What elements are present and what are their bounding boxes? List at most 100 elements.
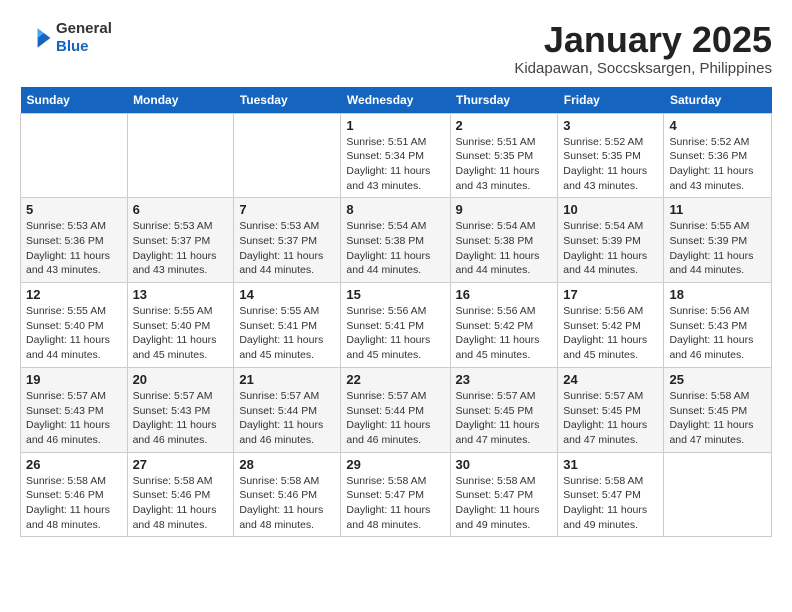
calendar-cell: 26 Sunrise: 5:58 AM Sunset: 5:46 PM Dayli… bbox=[21, 452, 128, 537]
day-info: Sunrise: 5:54 AM Sunset: 5:38 PM Dayligh… bbox=[346, 219, 444, 278]
calendar-cell: 11Sunrise: 5:55 AM Sunset: 5:39 PM Dayli… bbox=[664, 198, 772, 283]
weekday-header-tuesday: Tuesday bbox=[234, 87, 341, 114]
day-number: 2 bbox=[456, 118, 553, 133]
calendar-week-row: 5Sunrise: 5:53 AM Sunset: 5:36 PM Daylig… bbox=[21, 198, 772, 283]
calendar-cell: 27Sunrise: 5:58 AM Sunset: 5:46 PM Dayli… bbox=[127, 452, 234, 537]
day-info: Sunrise: 5:54 AM Sunset: 5:38 PM Dayligh… bbox=[456, 219, 553, 278]
day-info: Sunrise: 5:57 AM Sunset: 5:45 PM Dayligh… bbox=[563, 389, 658, 448]
day-info: Sunrise: 5:56 AM Sunset: 5:43 PM Dayligh… bbox=[669, 304, 766, 363]
day-number: 16 bbox=[456, 287, 553, 302]
calendar-cell: 24 Sunrise: 5:57 AM Sunset: 5:45 PM Dayli… bbox=[558, 367, 664, 452]
calendar-cell bbox=[21, 113, 128, 198]
weekday-header-sunday: Sunday bbox=[21, 87, 128, 114]
calendar-cell: 4 Sunrise: 5:52 AM Sunset: 5:36 PM Daylig… bbox=[664, 113, 772, 198]
day-info: Sunrise: 5:55 AM Sunset: 5:40 PM Dayligh… bbox=[26, 304, 122, 363]
day-number: 1 bbox=[346, 118, 444, 133]
calendar-week-row: 26 Sunrise: 5:58 AM Sunset: 5:46 PM Dayli… bbox=[21, 452, 772, 537]
day-number: 28 bbox=[239, 457, 335, 472]
calendar-cell: 8 Sunrise: 5:54 AM Sunset: 5:38 PM Daylig… bbox=[341, 198, 450, 283]
location-title: Kidapawan, Soccsksargen, Philippines bbox=[514, 60, 772, 77]
day-info: Sunrise: 5:52 AM Sunset: 5:35 PM Dayligh… bbox=[563, 135, 658, 194]
weekday-header-row: SundayMondayTuesdayWednesdayThursdayFrid… bbox=[21, 87, 772, 114]
calendar-cell: 6Sunrise: 5:53 AM Sunset: 5:37 PM Daylig… bbox=[127, 198, 234, 283]
day-info: Sunrise: 5:53 AM Sunset: 5:37 PM Dayligh… bbox=[239, 219, 335, 278]
day-info: Sunrise: 5:53 AM Sunset: 5:36 PM Dayligh… bbox=[26, 219, 122, 278]
calendar-cell: 15 Sunrise: 5:56 AM Sunset: 5:41 PM Dayli… bbox=[341, 283, 450, 368]
day-number: 30 bbox=[456, 457, 553, 472]
calendar-cell: 7 Sunrise: 5:53 AM Sunset: 5:37 PM Daylig… bbox=[234, 198, 341, 283]
day-number: 24 bbox=[563, 372, 658, 387]
calendar-cell: 3 Sunrise: 5:52 AM Sunset: 5:35 PM Daylig… bbox=[558, 113, 664, 198]
calendar-cell: 30Sunrise: 5:58 AM Sunset: 5:47 PM Dayli… bbox=[450, 452, 558, 537]
calendar-table: SundayMondayTuesdayWednesdayThursdayFrid… bbox=[20, 87, 772, 538]
page-header: General Blue January 2025 Kidapawan, Soc… bbox=[20, 20, 772, 77]
day-number: 29 bbox=[346, 457, 444, 472]
day-info: Sunrise: 5:57 AM Sunset: 5:44 PM Dayligh… bbox=[239, 389, 335, 448]
day-info: Sunrise: 5:55 AM Sunset: 5:40 PM Dayligh… bbox=[133, 304, 229, 363]
calendar-cell: 23 Sunrise: 5:57 AM Sunset: 5:45 PM Dayli… bbox=[450, 367, 558, 452]
title-block: January 2025 Kidapawan, Soccsksargen, Ph… bbox=[514, 20, 772, 77]
calendar-cell: 9 Sunrise: 5:54 AM Sunset: 5:38 PM Daylig… bbox=[450, 198, 558, 283]
day-number: 21 bbox=[239, 372, 335, 387]
calendar-cell: 28 Sunrise: 5:58 AM Sunset: 5:46 PM Dayli… bbox=[234, 452, 341, 537]
logo-blue-text: Blue bbox=[56, 38, 112, 56]
calendar-week-row: 19 Sunrise: 5:57 AM Sunset: 5:43 PM Dayli… bbox=[21, 367, 772, 452]
day-info: Sunrise: 5:56 AM Sunset: 5:42 PM Dayligh… bbox=[563, 304, 658, 363]
calendar-cell: 12 Sunrise: 5:55 AM Sunset: 5:40 PM Dayli… bbox=[21, 283, 128, 368]
day-number: 10 bbox=[563, 202, 658, 217]
day-info: Sunrise: 5:56 AM Sunset: 5:41 PM Dayligh… bbox=[346, 304, 444, 363]
calendar-cell: 29 Sunrise: 5:58 AM Sunset: 5:47 PM Dayli… bbox=[341, 452, 450, 537]
calendar-cell: 25 Sunrise: 5:58 AM Sunset: 5:45 PM Dayli… bbox=[664, 367, 772, 452]
day-info: Sunrise: 5:57 AM Sunset: 5:44 PM Dayligh… bbox=[346, 389, 444, 448]
day-number: 11 bbox=[669, 202, 766, 217]
logo-icon bbox=[20, 22, 52, 54]
day-number: 4 bbox=[669, 118, 766, 133]
day-number: 3 bbox=[563, 118, 658, 133]
day-info: Sunrise: 5:58 AM Sunset: 5:46 PM Dayligh… bbox=[26, 474, 122, 533]
weekday-header-saturday: Saturday bbox=[664, 87, 772, 114]
calendar-cell: 16 Sunrise: 5:56 AM Sunset: 5:42 PM Dayli… bbox=[450, 283, 558, 368]
calendar-cell: 31Sunrise: 5:58 AM Sunset: 5:47 PM Dayli… bbox=[558, 452, 664, 537]
day-info: Sunrise: 5:58 AM Sunset: 5:47 PM Dayligh… bbox=[346, 474, 444, 533]
day-number: 15 bbox=[346, 287, 444, 302]
day-info: Sunrise: 5:55 AM Sunset: 5:41 PM Dayligh… bbox=[239, 304, 335, 363]
day-info: Sunrise: 5:57 AM Sunset: 5:45 PM Dayligh… bbox=[456, 389, 553, 448]
day-number: 8 bbox=[346, 202, 444, 217]
logo-general-text: General bbox=[56, 20, 112, 38]
day-number: 18 bbox=[669, 287, 766, 302]
calendar-cell: 17 Sunrise: 5:56 AM Sunset: 5:42 PM Dayli… bbox=[558, 283, 664, 368]
day-number: 27 bbox=[133, 457, 229, 472]
calendar-cell: 13 Sunrise: 5:55 AM Sunset: 5:40 PM Dayli… bbox=[127, 283, 234, 368]
day-info: Sunrise: 5:52 AM Sunset: 5:36 PM Dayligh… bbox=[669, 135, 766, 194]
calendar-cell: 10Sunrise: 5:54 AM Sunset: 5:39 PM Dayli… bbox=[558, 198, 664, 283]
day-number: 26 bbox=[26, 457, 122, 472]
day-number: 6 bbox=[133, 202, 229, 217]
day-number: 19 bbox=[26, 372, 122, 387]
calendar-cell bbox=[234, 113, 341, 198]
day-info: Sunrise: 5:58 AM Sunset: 5:45 PM Dayligh… bbox=[669, 389, 766, 448]
day-info: Sunrise: 5:58 AM Sunset: 5:46 PM Dayligh… bbox=[239, 474, 335, 533]
day-number: 17 bbox=[563, 287, 658, 302]
day-number: 7 bbox=[239, 202, 335, 217]
weekday-header-wednesday: Wednesday bbox=[341, 87, 450, 114]
weekday-header-monday: Monday bbox=[127, 87, 234, 114]
day-info: Sunrise: 5:57 AM Sunset: 5:43 PM Dayligh… bbox=[133, 389, 229, 448]
day-number: 23 bbox=[456, 372, 553, 387]
weekday-header-friday: Friday bbox=[558, 87, 664, 114]
day-number: 31 bbox=[563, 457, 658, 472]
calendar-cell: 5Sunrise: 5:53 AM Sunset: 5:36 PM Daylig… bbox=[21, 198, 128, 283]
calendar-week-row: 1Sunrise: 5:51 AM Sunset: 5:34 PM Daylig… bbox=[21, 113, 772, 198]
day-number: 20 bbox=[133, 372, 229, 387]
month-title: January 2025 bbox=[514, 20, 772, 60]
calendar-cell: 1Sunrise: 5:51 AM Sunset: 5:34 PM Daylig… bbox=[341, 113, 450, 198]
weekday-header-thursday: Thursday bbox=[450, 87, 558, 114]
day-number: 13 bbox=[133, 287, 229, 302]
day-number: 25 bbox=[669, 372, 766, 387]
day-info: Sunrise: 5:56 AM Sunset: 5:42 PM Dayligh… bbox=[456, 304, 553, 363]
calendar-cell: 14Sunrise: 5:55 AM Sunset: 5:41 PM Dayli… bbox=[234, 283, 341, 368]
day-number: 9 bbox=[456, 202, 553, 217]
day-number: 12 bbox=[26, 287, 122, 302]
day-info: Sunrise: 5:57 AM Sunset: 5:43 PM Dayligh… bbox=[26, 389, 122, 448]
day-number: 22 bbox=[346, 372, 444, 387]
calendar-cell: 19 Sunrise: 5:57 AM Sunset: 5:43 PM Dayli… bbox=[21, 367, 128, 452]
